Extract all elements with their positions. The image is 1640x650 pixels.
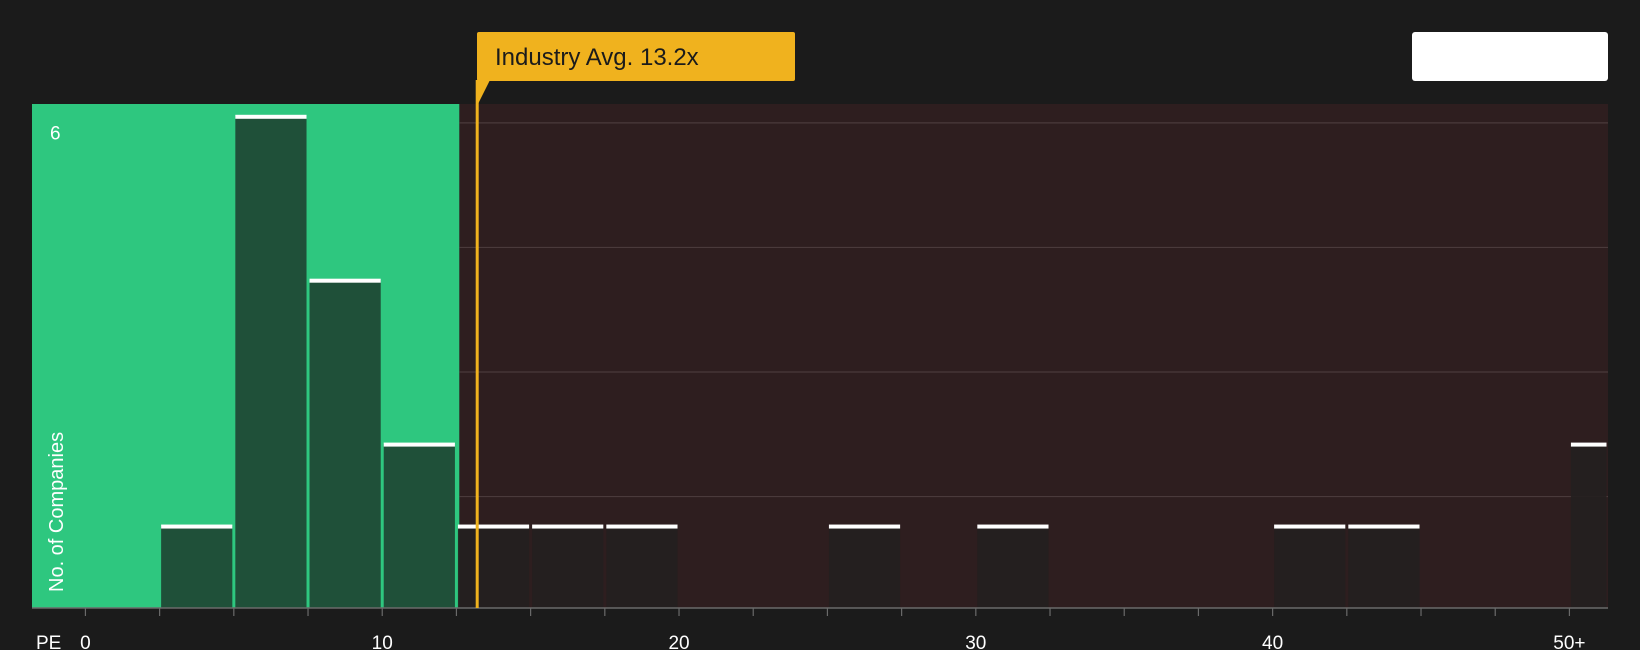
histogram-bar-top-11 [1570, 442, 1607, 447]
histogram-bar-10 [1348, 526, 1420, 608]
histogram-bar-top-8 [977, 524, 1049, 529]
x-tick-label-20: 20 [668, 633, 689, 650]
histogram-bar-top-4 [457, 524, 530, 529]
x-tick-label-10: 10 [372, 633, 393, 650]
histogram-bar-9 [1274, 526, 1346, 608]
histogram-bar-3 [383, 444, 455, 608]
x-tick-label-30: 30 [965, 633, 986, 650]
legend-box [1412, 32, 1608, 81]
histogram-bar-top-1 [235, 114, 307, 119]
histogram-bar-8 [977, 526, 1049, 608]
y-tick-label-6: 6 [50, 123, 61, 144]
histogram-bar-2 [309, 280, 381, 608]
histogram-bar-1 [235, 116, 307, 608]
histogram-bar-top-10 [1348, 524, 1420, 529]
histogram-bar-top-6 [606, 524, 678, 529]
x-tick-label-40: 40 [1262, 633, 1283, 650]
histogram-bar-top-7 [828, 524, 901, 529]
histogram-bar-top-0 [161, 524, 233, 529]
y-axis-title: No. of Companies [46, 432, 68, 592]
pe-distribution-chart: 0 10 20 30 40 50+ 6 Industry Avg. 13.2x No. of… [0, 0, 1640, 650]
histogram-bar-top-9 [1274, 524, 1346, 529]
x-axis-prefix: PE [36, 633, 61, 650]
histogram-bar-5 [532, 526, 604, 608]
histogram-bar-6 [606, 526, 678, 608]
x-tick-label-50+: 50+ [1553, 633, 1585, 650]
histogram-bar-11 [1570, 444, 1607, 608]
histogram-bar-top-3 [383, 442, 455, 447]
histogram-bar-top-5 [532, 524, 604, 529]
histogram-bar-7 [828, 526, 901, 608]
histogram-bar-4 [457, 526, 530, 608]
histogram-bar-0 [161, 526, 233, 608]
x-tick-label-0: 0 [80, 633, 91, 650]
histogram-bar-top-2 [309, 278, 381, 283]
industry-avg-label: Industry Avg. 13.2x [495, 44, 699, 71]
